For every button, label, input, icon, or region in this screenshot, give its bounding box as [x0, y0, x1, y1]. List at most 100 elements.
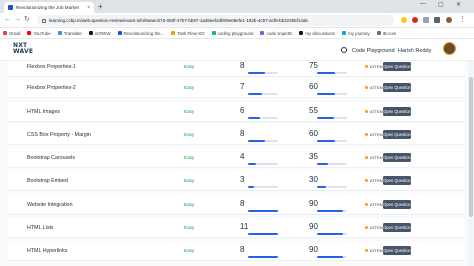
- open-question-button[interactable]: Open Question: [383, 246, 411, 255]
- scrollbar-thumb[interactable]: [469, 77, 473, 217]
- question-row: HTML Lists Easy 11 90 ATTEMPTED Open Que…: [8, 218, 464, 238]
- status-dot-icon: [365, 226, 368, 229]
- bookmark[interactable]: Translate: [57, 30, 82, 36]
- open-question-button[interactable]: Open Question: [383, 200, 411, 209]
- page-scrollbar[interactable]: [468, 61, 474, 266]
- score-value: 8: [240, 199, 245, 208]
- bookmark-label: Revolutionizing the...: [123, 30, 165, 36]
- bookmark-label: Translate: [63, 30, 82, 36]
- open-question-button[interactable]: Open Question: [383, 223, 411, 232]
- bookmark-label: IB.com: [382, 30, 397, 36]
- question-title: Flexbox Properties-1: [27, 64, 76, 70]
- bookmark-icon: [260, 31, 265, 35]
- percent-value: 30: [309, 175, 318, 184]
- question-title: HTML Hyperlinks: [27, 248, 68, 254]
- percent-progress-bar: [317, 140, 347, 142]
- bookmark[interactable]: my journey: [342, 30, 370, 36]
- question-title: HTML Lists: [27, 225, 54, 231]
- bookmark-icon: [299, 31, 304, 35]
- extension-icon[interactable]: [412, 17, 418, 23]
- open-question-button[interactable]: Open Question: [383, 130, 411, 139]
- bookmark-label: xCREW: [94, 30, 111, 36]
- minimize-icon[interactable]: —: [420, 1, 426, 7]
- open-question-button[interactable]: Open Question: [383, 153, 411, 162]
- bookmark[interactable]: YouTube: [27, 31, 51, 36]
- score-progress-bar: [248, 93, 278, 95]
- percent-value: 75: [309, 61, 318, 70]
- user-name[interactable]: Harish Reddy: [398, 48, 431, 54]
- progress-fill: [317, 140, 335, 142]
- bookmark-icon: [27, 31, 32, 35]
- bookmark[interactable]: coding playground: [211, 31, 253, 36]
- question-title: Flexbox Properties-2: [27, 85, 76, 91]
- profile-icon[interactable]: [446, 17, 452, 23]
- bookmark-icon: [211, 31, 216, 35]
- percent-value: 35: [309, 152, 318, 161]
- progress-fill: [248, 117, 260, 119]
- progress-fill: [317, 163, 328, 165]
- bookmark-icon: [3, 31, 7, 35]
- open-question-button[interactable]: Open Question: [383, 176, 411, 185]
- bookmark[interactable]: Gmail: [3, 31, 20, 36]
- bookmark[interactable]: Task Flow-XO: [171, 30, 205, 36]
- reload-icon[interactable]: ↻: [24, 16, 30, 24]
- bookmark[interactable]: code snipetts: [260, 31, 292, 36]
- status-dot-icon: [365, 133, 368, 136]
- bookmark-label: Task Flow-XO: [177, 30, 205, 36]
- address-bar[interactable]: learning.ccbp.in/web-question-review/exa…: [37, 15, 394, 26]
- progress-fill: [317, 210, 343, 212]
- score-progress-bar: [248, 210, 278, 212]
- score-value: 8: [240, 129, 245, 138]
- close-window-icon[interactable]: ✕: [456, 1, 461, 8]
- difficulty-label: Easy: [184, 225, 195, 230]
- question-title: Website Integration: [27, 202, 73, 208]
- score-progress-bar: [248, 72, 278, 74]
- browser-tab[interactable]: Revolutionizing the Job Market ×: [4, 2, 94, 13]
- question-row: Flexbox Properties-1 Easy 8 75 ATTEMPTED…: [8, 61, 464, 77]
- progress-fill: [248, 72, 265, 74]
- difficulty-label: Easy: [184, 248, 195, 253]
- percent-progress-bar: [317, 72, 347, 74]
- avatar[interactable]: [443, 42, 456, 55]
- open-question-button[interactable]: Open Question: [383, 107, 411, 116]
- maximize-icon[interactable]: ▢: [438, 1, 444, 8]
- percent-progress-bar: [317, 186, 347, 188]
- menu-kebab-icon[interactable]: ⋮: [459, 16, 466, 24]
- progress-fill: [248, 186, 254, 188]
- percent-value: 55: [309, 106, 318, 115]
- forward-icon[interactable]: →: [14, 16, 21, 24]
- open-question-button[interactable]: Open Question: [383, 62, 411, 71]
- extension-icon[interactable]: [401, 17, 407, 23]
- progress-fill: [248, 163, 256, 165]
- question-title: Bootstrap Carousels: [27, 155, 75, 161]
- status-dot-icon: [365, 249, 368, 252]
- nxtwave-logo[interactable]: NXT WAVE: [13, 43, 33, 55]
- open-question-button[interactable]: Open Question: [383, 83, 411, 92]
- difficulty-label: Easy: [184, 155, 195, 160]
- back-icon[interactable]: ←: [4, 16, 11, 24]
- status-dot-icon: [365, 65, 368, 68]
- close-tab-icon[interactable]: ×: [87, 5, 90, 11]
- progress-fill: [248, 210, 278, 212]
- sidepanel-icon[interactable]: [434, 17, 440, 23]
- lock-icon: [42, 18, 46, 23]
- app-header: NXT WAVE Code Playground Harish Reddy: [0, 39, 474, 61]
- progress-fill: [317, 233, 343, 235]
- new-tab-button[interactable]: +: [98, 2, 103, 11]
- extensions-puzzle-icon[interactable]: [423, 17, 429, 23]
- bookmark[interactable]: IB.com: [376, 30, 397, 36]
- code-playground-link[interactable]: Code Playground: [352, 48, 395, 54]
- bookmark[interactable]: xCREW: [88, 30, 111, 36]
- bookmark[interactable]: Revolutionizing the...: [117, 30, 165, 36]
- question-list: Flexbox Properties-1 Easy 8 75 ATTEMPTED…: [0, 61, 468, 266]
- code-playground-icon[interactable]: [341, 47, 347, 53]
- question-row: CSS Box Property - Margin Easy 8 60 ATTE…: [8, 125, 464, 145]
- bookmark-icon: [376, 31, 381, 35]
- score-progress-bar: [248, 140, 278, 142]
- question-row: Bootstrap Carousels Easy 4 35 ATTEMPTED …: [8, 148, 464, 168]
- bookmark[interactable]: my discussions: [299, 31, 335, 36]
- bookmark-label: my journey: [348, 30, 370, 36]
- score-value: 8: [240, 245, 245, 254]
- bookmark-icon: [342, 31, 347, 35]
- bookmark-label: Gmail: [9, 30, 21, 36]
